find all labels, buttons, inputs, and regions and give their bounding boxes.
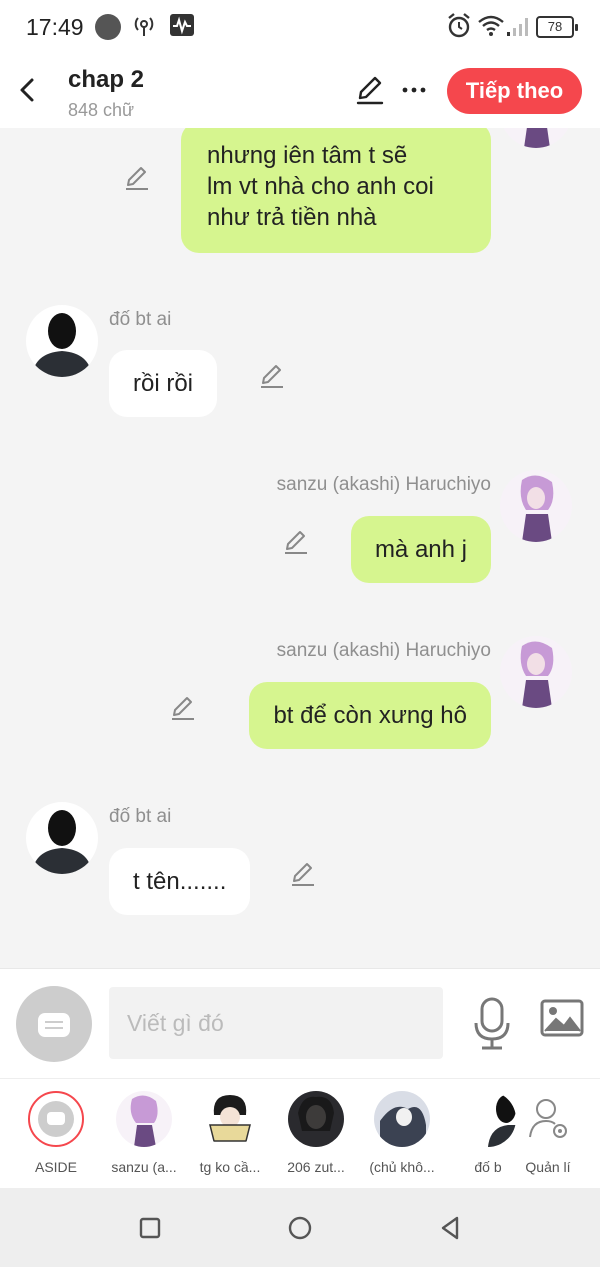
- aside-icon: [28, 1091, 84, 1147]
- chapter-header: chap 2 848 chữ Tiếp theo: [0, 56, 600, 128]
- microphone-icon[interactable]: [470, 995, 514, 1051]
- character-label: ASIDE: [34, 1159, 77, 1175]
- signal-icon: [507, 18, 528, 36]
- status-bar: 17:49 78: [0, 0, 600, 56]
- avatar[interactable]: [26, 802, 98, 874]
- edit-message-icon[interactable]: [169, 694, 197, 722]
- character-strip: ASIDE sanzu (a... tg ko cầ... 206 zut...…: [0, 1078, 600, 1188]
- character-aside[interactable]: ASIDE: [13, 1091, 99, 1175]
- sender-name: sanzu (akashi) Haruchiyo: [276, 474, 491, 495]
- back-nav-icon[interactable]: [434, 1212, 466, 1244]
- message-bubble[interactable]: rồi rồi: [109, 350, 218, 417]
- character-label: tg ko cầ...: [199, 1159, 261, 1175]
- notification-dot-icon: [95, 14, 121, 40]
- home-icon[interactable]: [284, 1212, 316, 1244]
- message-bubble[interactable]: mà anh j: [350, 516, 491, 583]
- character-item[interactable]: (chủ khô...: [359, 1091, 445, 1175]
- alarm-icon: [448, 13, 470, 38]
- recent-apps-icon[interactable]: [134, 1212, 166, 1244]
- avatar[interactable]: [26, 305, 98, 377]
- message-bubble[interactable]: t tên.......: [109, 848, 251, 915]
- edit-message-icon[interactable]: [282, 528, 310, 556]
- character-avatar: [374, 1091, 430, 1147]
- battery-icon: 78: [536, 16, 578, 38]
- message-bubble[interactable]: bt để còn xưng hô: [249, 682, 491, 749]
- message-line: t tên.......: [133, 868, 227, 895]
- character-avatar: [288, 1091, 344, 1147]
- character-label: sanzu (a...: [111, 1159, 177, 1175]
- edit-message-icon[interactable]: [289, 860, 317, 888]
- image-icon[interactable]: [540, 999, 584, 1039]
- message-bubble[interactable]: nhưng iên tâm t sẽ lm vt nhà cho anh coi…: [181, 128, 491, 253]
- character-label: Quản lí: [525, 1159, 571, 1175]
- manage-users-icon: [520, 1091, 576, 1147]
- manage-characters-button[interactable]: Quản lí: [505, 1091, 591, 1175]
- character-avatar: [116, 1091, 172, 1147]
- avatar[interactable]: [500, 470, 572, 542]
- next-chapter-button[interactable]: Tiếp theo: [447, 68, 582, 114]
- activity-icon: [170, 14, 194, 36]
- character-avatar: [202, 1091, 258, 1147]
- sender-name: đố bt ai: [109, 806, 172, 827]
- back-icon[interactable]: [12, 70, 44, 110]
- character-item[interactable]: 206 zut...: [273, 1091, 359, 1175]
- message-input-bar: [0, 968, 600, 1078]
- character-label: (chủ khô...: [369, 1159, 435, 1175]
- message-input[interactable]: [109, 987, 443, 1059]
- edit-message-icon[interactable]: [123, 164, 151, 192]
- message-line: rồi rồi: [133, 370, 194, 397]
- avatar[interactable]: [500, 128, 572, 148]
- message-line: bt để còn xưng hô: [273, 702, 467, 729]
- message-line: lm vt nhà cho anh coi: [207, 173, 434, 200]
- character-item[interactable]: tg ko cầ...: [187, 1091, 273, 1175]
- edit-icon[interactable]: [354, 74, 386, 106]
- sender-name: sanzu (akashi) Haruchiyo: [276, 640, 491, 661]
- chapter-title: chap 2: [68, 66, 145, 93]
- edit-message-icon[interactable]: [258, 362, 286, 390]
- word-count: 848 chữ: [68, 100, 135, 120]
- character-item[interactable]: sanzu (a...: [101, 1091, 187, 1175]
- hotspot-icon: [134, 17, 154, 36]
- aside-toggle-icon[interactable]: [16, 986, 92, 1062]
- character-label: 206 zut...: [287, 1159, 345, 1175]
- chat-area[interactable]: nhưng iên tâm t sẽ lm vt nhà cho anh coi…: [0, 128, 600, 968]
- message-line: như trả tiền nhà: [207, 204, 377, 231]
- sender-name: đố bt ai: [109, 309, 172, 330]
- wifi-icon: [478, 15, 504, 36]
- more-icon[interactable]: [400, 74, 428, 106]
- message-line: nhưng iên tâm t sẽ: [207, 142, 408, 169]
- message-line: mà anh j: [374, 536, 467, 563]
- status-time: 17:49: [26, 14, 84, 40]
- avatar[interactable]: [500, 636, 572, 708]
- system-nav-bar: [0, 1188, 600, 1267]
